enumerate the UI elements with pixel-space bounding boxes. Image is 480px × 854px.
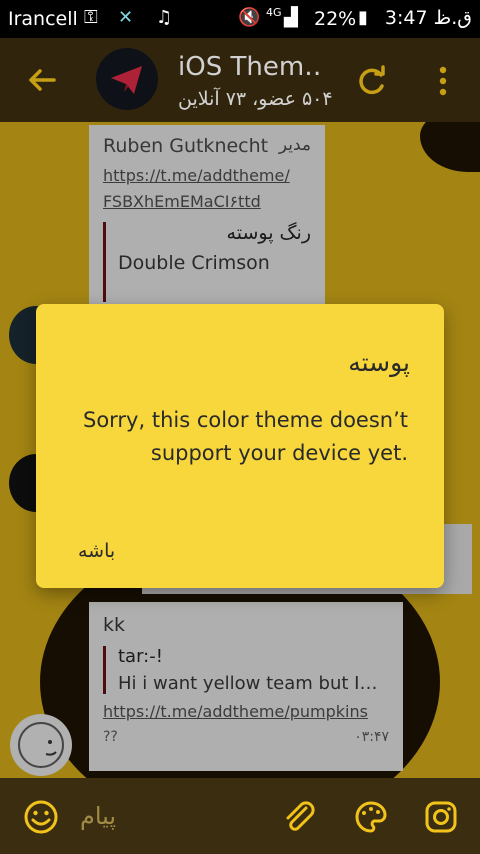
- attach-icon[interactable]: [280, 798, 318, 836]
- theme-palette-icon[interactable]: [352, 798, 390, 836]
- message-input[interactable]: پیام: [80, 802, 116, 830]
- x-app-icon: ✕: [118, 7, 134, 28]
- battery-percent: 22%: [314, 8, 357, 30]
- mute-icon: 🔇: [238, 7, 261, 28]
- carrier-label: Irancell: [8, 8, 78, 30]
- emoji-icon[interactable]: [22, 798, 60, 836]
- key-icon: ⚿: [84, 7, 98, 28]
- clock: 3:47 ق.ظ: [384, 7, 472, 29]
- music-icon: ♫: [156, 7, 173, 28]
- theme-dialog: پوسته Sorry, this color theme doesn’t su…: [36, 304, 444, 588]
- dialog-message: Sorry, this color theme doesn’t support …: [82, 408, 408, 465]
- signal-icon: ▟: [284, 7, 298, 28]
- dialog-title: پوسته: [348, 348, 410, 377]
- camera-icon[interactable]: [422, 798, 460, 836]
- status-bar: Irancell ⚿ ✕ ♫ 🔇 4G ▟ 22% ▮ 3:47 ق.ظ: [0, 0, 480, 38]
- message-composer: پیام: [0, 778, 480, 854]
- battery-charging-icon: ▮: [358, 7, 368, 28]
- ok-button[interactable]: باشه: [78, 540, 115, 562]
- network-type: 4G: [266, 6, 282, 19]
